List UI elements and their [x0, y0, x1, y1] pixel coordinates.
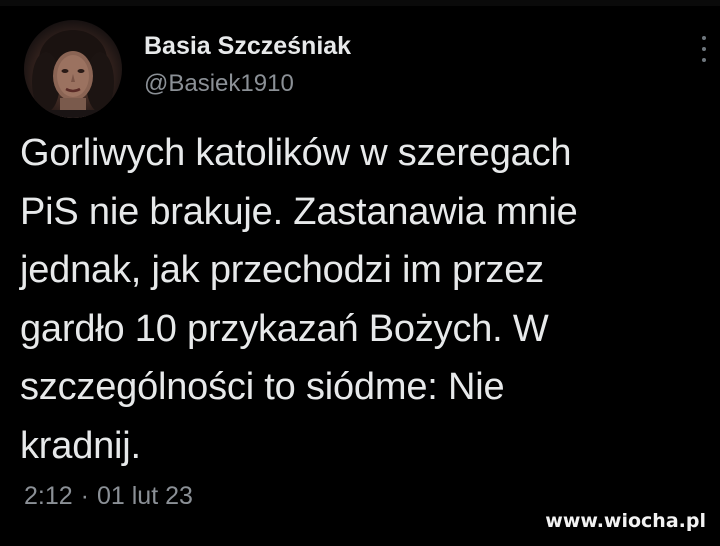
more-dot — [702, 58, 706, 62]
tweet-line: Gorliwych katolików w szeregach — [20, 132, 572, 174]
tweet-card: Basia Szcześniak @Basiek1910 Gorliwych k… — [0, 0, 720, 546]
more-dot — [702, 36, 706, 40]
tweet-timestamp[interactable]: 2:12 · 01 lut 23 — [24, 482, 193, 511]
avatar-photo — [32, 30, 114, 118]
author-name[interactable]: Basia Szcześniak — [144, 30, 351, 62]
tweet-line: jednak, jak przechodzi im przez — [20, 249, 544, 291]
tweet-line: kradnij. — [20, 424, 141, 467]
author-info: Basia Szcześniak @Basiek1910 — [144, 30, 351, 100]
top-divider — [0, 0, 720, 6]
more-dot — [702, 47, 706, 51]
author-handle[interactable]: @Basiek1910 — [144, 68, 351, 100]
tweet-time: 2:12 — [24, 482, 73, 510]
tweet-line: PiS nie brakuje. Zastanawia mnie — [20, 190, 578, 233]
meta-separator: · — [80, 482, 89, 510]
tweet-date: 01 lut 23 — [97, 482, 193, 510]
watermark: www.wiocha.pl — [545, 510, 706, 532]
tweet-line: gardło 10 przykazań Bożych. W — [20, 307, 549, 350]
avatar[interactable] — [24, 20, 122, 118]
tweet-line: szczególności to siódme: Nie — [20, 366, 505, 408]
tweet-text: Gorliwych katolików w szeregach PiS nie … — [20, 124, 710, 475]
more-options-icon[interactable] — [700, 36, 708, 62]
